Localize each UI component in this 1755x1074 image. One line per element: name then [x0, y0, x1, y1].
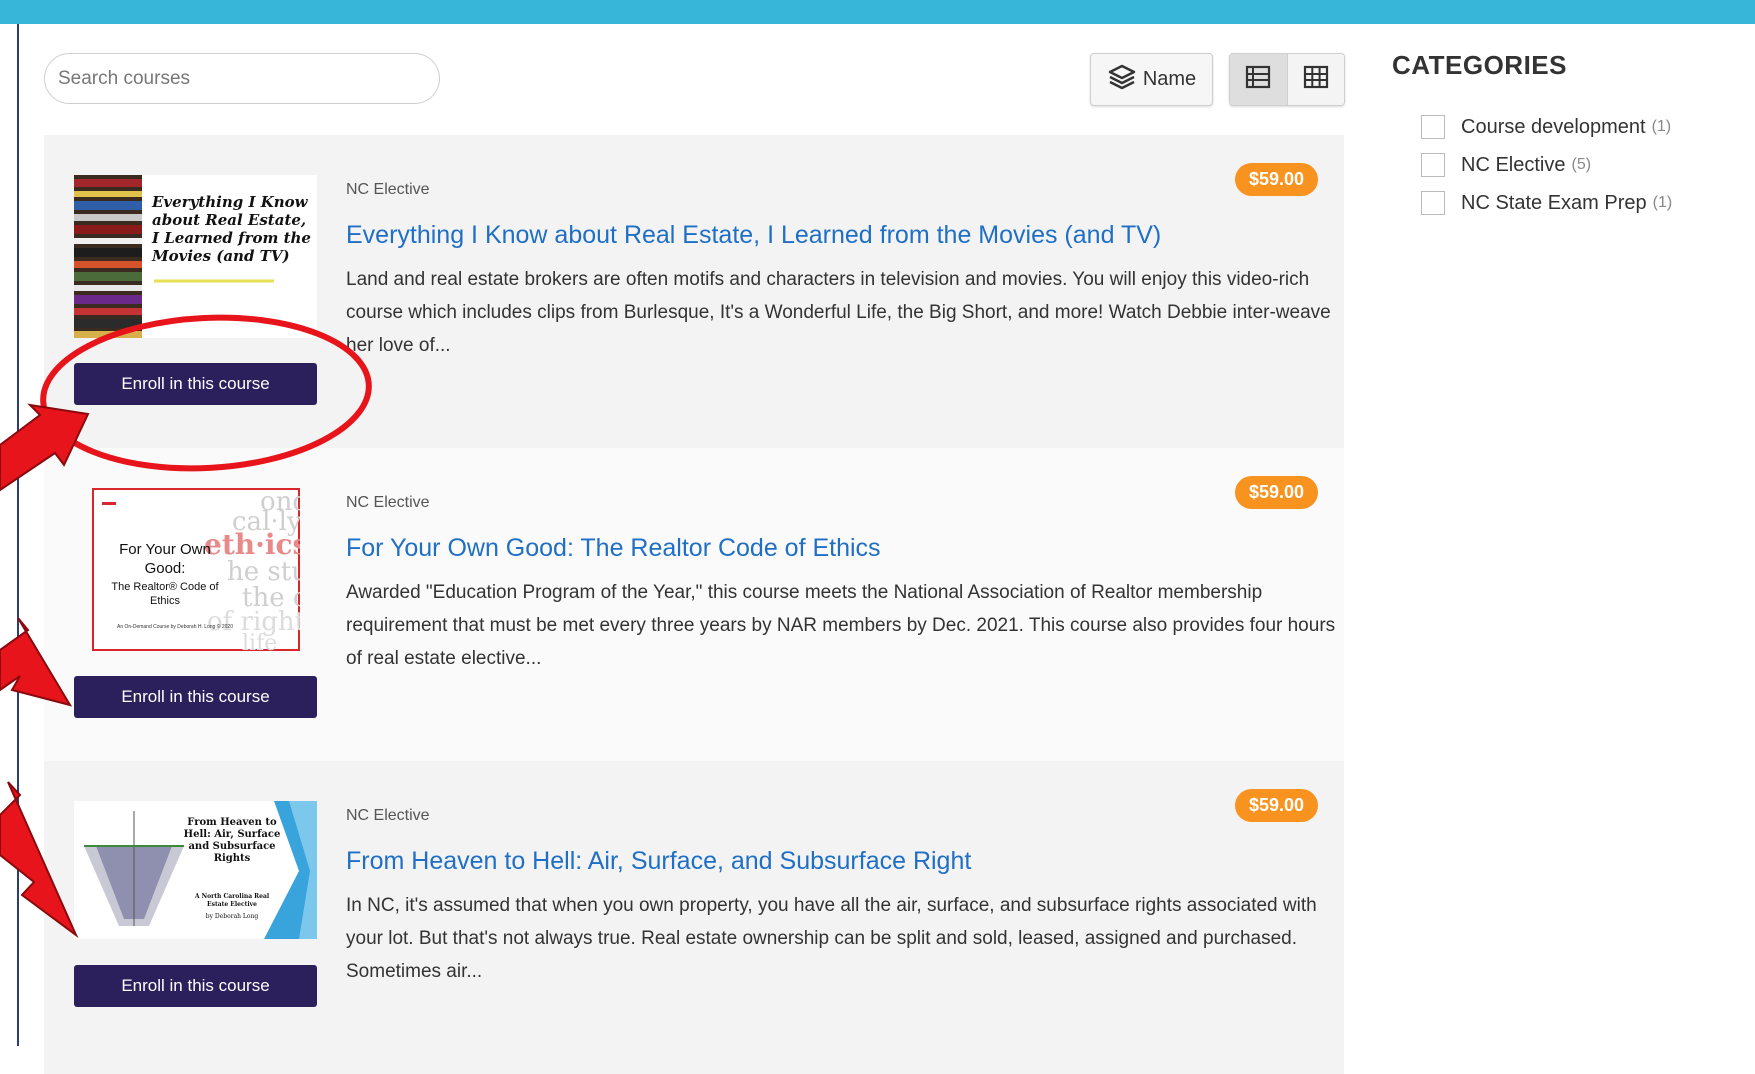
sort-label: Name — [1142, 68, 1197, 90]
enroll-button[interactable]: Enroll in this course — [74, 965, 317, 1007]
course-description: In NC, it's assumed that when you own pr… — [346, 895, 1317, 982]
left-border-line — [17, 24, 19, 1046]
thumbnail-credit: by Deborah Long — [205, 913, 259, 920]
grid-view-icon — [1303, 65, 1329, 94]
categories-heading: CATEGORIES — [1392, 50, 1567, 80]
enroll-button[interactable]: Enroll in this course — [74, 676, 317, 718]
thumbnail-subtitle: A North Carolina Real Estate Elective — [194, 893, 270, 908]
category-filter-item[interactable]: NC Elective (5) — [1421, 146, 1672, 184]
category-filter-item[interactable]: Course development (1) — [1421, 108, 1672, 146]
top-header-bar — [0, 0, 1755, 24]
course-card: Everything I Know about Real Estate, I L… — [44, 135, 1344, 448]
enroll-button[interactable]: Enroll in this course — [74, 363, 317, 405]
course-description: Awarded "Education Program of the Year,"… — [346, 582, 1336, 669]
category-checkbox[interactable] — [1421, 153, 1445, 177]
category-filter-list: Course development (1) NC Elective (5) N… — [1421, 108, 1672, 222]
category-count: (1) — [1652, 194, 1673, 211]
category-checkbox[interactable] — [1421, 115, 1445, 139]
search-courses-input[interactable] — [44, 53, 440, 104]
thumbnail-title: From Heaven to Hell: Air, Surface and Su… — [183, 817, 281, 864]
course-title-link[interactable]: From Heaven to Hell: Air, Surface, and S… — [346, 847, 971, 876]
category-checkbox[interactable] — [1421, 191, 1445, 215]
course-thumbnail[interactable]: Everything I Know about Real Estate, I L… — [74, 175, 317, 338]
list-view-icon — [1245, 65, 1271, 94]
thumbnail-subtitle: The Realtor® Code of Ethics — [111, 581, 219, 607]
price-badge: $59.00 — [1234, 789, 1318, 822]
category-label: NC State Exam Prep — [1461, 191, 1647, 214]
view-toggle-group — [1229, 53, 1345, 106]
course-card: From Heaven to Hell: Air, Surface and Su… — [44, 761, 1344, 1074]
svg-text:life: life — [242, 631, 277, 651]
course-title-link[interactable]: Everything I Know about Real Estate, I L… — [346, 221, 1161, 250]
thumbnail-title: Everything I Know about Real Estate, I L… — [152, 193, 311, 265]
price-badge: $59.00 — [1234, 476, 1318, 509]
grid-view-button[interactable] — [1287, 54, 1344, 105]
course-description: Land and real estate brokers are often m… — [346, 269, 1331, 356]
layers-icon — [1107, 63, 1137, 97]
course-category: NC Elective — [346, 494, 430, 511]
sort-by-name-button[interactable]: Name — [1090, 53, 1213, 106]
thumbnail-credit: An On-Demand Course by Deborah H. Long ©… — [117, 624, 233, 630]
list-view-button[interactable] — [1230, 54, 1288, 105]
course-card: ondu cal·ly eth·ics he stu the c of righ… — [44, 448, 1344, 761]
category-label: NC Elective — [1461, 153, 1566, 176]
category-count: (1) — [1651, 118, 1672, 135]
course-category: NC Elective — [346, 181, 430, 198]
price-badge: $59.00 — [1234, 163, 1318, 196]
category-label: Course development — [1461, 115, 1646, 138]
category-filter-item[interactable]: NC State Exam Prep (1) — [1421, 184, 1672, 222]
course-thumbnail[interactable]: ondu cal·ly eth·ics he stu the c of righ… — [92, 488, 300, 651]
course-category: NC Elective — [346, 807, 430, 824]
thumbnail-title: For Your Own Good: — [119, 541, 211, 577]
course-thumbnail[interactable]: From Heaven to Hell: Air, Surface and Su… — [74, 801, 317, 939]
course-title-link[interactable]: For Your Own Good: The Realtor Code of E… — [346, 534, 881, 563]
category-count: (5) — [1571, 156, 1592, 173]
